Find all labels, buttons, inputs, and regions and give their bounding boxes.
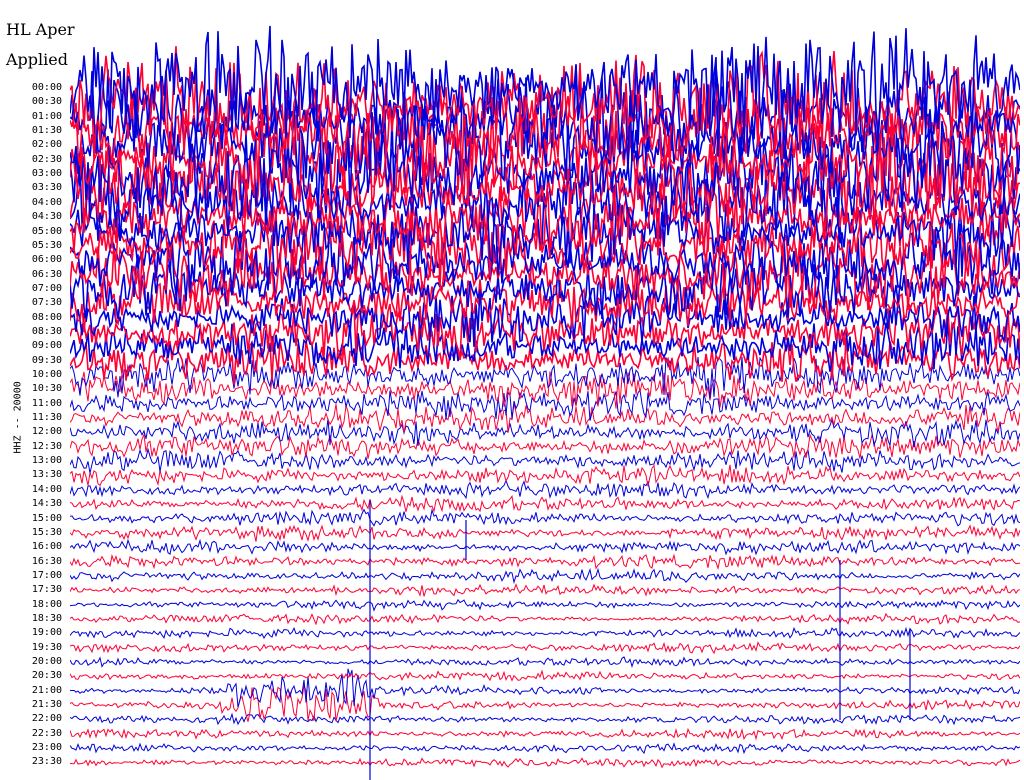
seismic-trace (70, 553, 1020, 571)
time-label: 07:30 (31, 297, 62, 309)
seismic-trace (70, 727, 1020, 741)
seismic-trace (70, 656, 1020, 668)
seismic-trace (70, 524, 1020, 542)
seismic-trace (70, 508, 1020, 527)
time-label: 06:00 (31, 254, 62, 266)
time-label: 23:00 (31, 742, 62, 754)
time-label: 23:30 (31, 756, 62, 768)
time-label: 09:30 (31, 354, 62, 366)
time-label: 22:00 (31, 713, 62, 725)
time-label: 15:00 (31, 512, 62, 524)
seismic-trace (70, 641, 1020, 655)
time-label: 18:00 (31, 598, 62, 610)
time-label: 00:30 (31, 96, 62, 108)
seismic-trace (70, 626, 1020, 640)
time-label: 21:30 (31, 699, 62, 711)
time-label: 17:30 (31, 584, 62, 596)
seismic-trace (70, 583, 1020, 597)
time-label: 20:00 (31, 656, 62, 667)
time-label: 04:30 (31, 211, 62, 223)
seismic-trace (70, 432, 1020, 459)
seismic-trace (70, 598, 1020, 612)
time-label: 14:00 (31, 483, 62, 495)
helicorder-plot (70, 25, 1020, 780)
seismic-trace (70, 567, 1020, 585)
time-label: 03:00 (31, 168, 62, 180)
seismic-trace (70, 371, 1020, 409)
time-label: 16:30 (31, 555, 62, 567)
time-label: 14:30 (31, 498, 62, 510)
time-label: 20:30 (31, 670, 62, 682)
time-axis: 00:00 00:30 01:00 01:30 02:00 02:30 03:00 03:30… (0, 0, 70, 780)
time-label: 08:30 (31, 325, 62, 337)
seismic-trace (70, 447, 1020, 474)
time-label: 17:00 (31, 569, 62, 581)
time-label: 18:30 (31, 612, 62, 624)
time-label: 06:30 (31, 268, 62, 280)
time-label: 15:30 (31, 526, 62, 538)
seismic-trace (70, 742, 1020, 755)
time-label: 08:00 (31, 311, 62, 323)
seismic-trace (70, 612, 1020, 626)
time-label: 16:00 (31, 541, 62, 553)
time-label: 22:30 (31, 727, 62, 739)
time-label: 05:00 (31, 225, 62, 237)
seismic-trace (70, 464, 1020, 487)
seismic-trace (70, 669, 1020, 682)
seismic-trace (70, 479, 1020, 500)
time-label: 02:00 (31, 139, 62, 151)
time-label: 21:00 (31, 684, 62, 696)
time-label: 05:30 (31, 239, 62, 251)
time-label: 01:30 (31, 125, 62, 137)
time-label: 13:00 (31, 455, 62, 467)
seismic-trace (70, 538, 1020, 556)
time-label: 07:00 (31, 282, 62, 294)
time-label: 13:30 (31, 469, 62, 481)
time-label: 02:30 (31, 153, 62, 165)
time-label: 09:00 (31, 340, 62, 352)
time-label: 10:00 (31, 369, 62, 380)
station-channel-label: HHZ -- 20000 (12, 381, 24, 454)
seismic-trace (70, 494, 1020, 513)
time-label: 04:00 (31, 196, 62, 208)
time-label: 19:00 (31, 627, 62, 639)
time-label: 00:00 (31, 82, 62, 93)
seismic-trace (70, 712, 1020, 726)
time-label: 03:30 (31, 182, 62, 194)
time-label: 01:00 (31, 110, 62, 122)
time-label: 19:30 (31, 641, 62, 653)
seismic-trace (70, 757, 1020, 769)
